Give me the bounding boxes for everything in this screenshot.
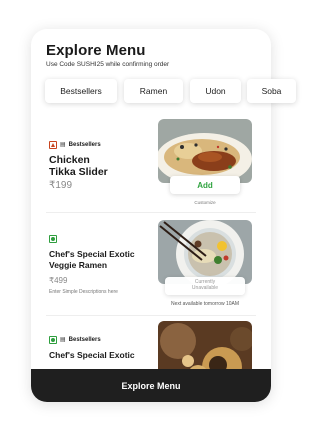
- customize-label: Customize: [194, 200, 216, 205]
- next-available-label: Next available tomorrow 10AM: [170, 301, 240, 307]
- unavailable-status-button[interactable]: Currently Unavailable: [165, 277, 245, 295]
- item-image: [158, 119, 252, 183]
- explore-menu-button[interactable]: Explore Menu: [31, 369, 271, 402]
- category-chip-soba[interactable]: Soba: [247, 79, 296, 103]
- divider: [46, 212, 256, 213]
- add-button[interactable]: Add: [170, 176, 240, 194]
- item-image: [158, 220, 252, 284]
- item-price: ₹499: [49, 276, 68, 285]
- item-price: ₹199: [49, 180, 73, 191]
- category-chip-bestsellers[interactable]: Bestsellers: [45, 79, 117, 103]
- bestseller-icon: ▤: [60, 142, 66, 148]
- divider: [46, 315, 256, 316]
- stage: Explore Menu Use Code SUSHI25 while conf…: [0, 0, 336, 436]
- bestseller-icon: ▤: [60, 337, 66, 343]
- nonveg-indicator-icon: [49, 141, 57, 149]
- item-name: Chicken Tikka Slider: [49, 154, 108, 178]
- veg-indicator-icon: [49, 235, 57, 243]
- item-name: Chef's Special Exotic Veggie Ramen: [49, 249, 135, 270]
- page-title: Explore Menu: [46, 42, 146, 59]
- bestseller-label: Bestsellers: [68, 142, 101, 148]
- promo-subtitle: Use Code SUSHI25 while confirming order: [46, 61, 170, 68]
- item-description: Enter Simple Descriptions here: [49, 289, 118, 295]
- category-chip-ramen[interactable]: Ramen: [124, 79, 183, 103]
- category-chip-udon[interactable]: Udon: [190, 79, 241, 103]
- item-name: Chef's Special Exotic: [49, 350, 135, 360]
- veg-indicator-icon: [49, 336, 57, 344]
- bestseller-label: Bestsellers: [68, 337, 101, 343]
- bestseller-badge: ▤ Bestsellers: [49, 334, 101, 346]
